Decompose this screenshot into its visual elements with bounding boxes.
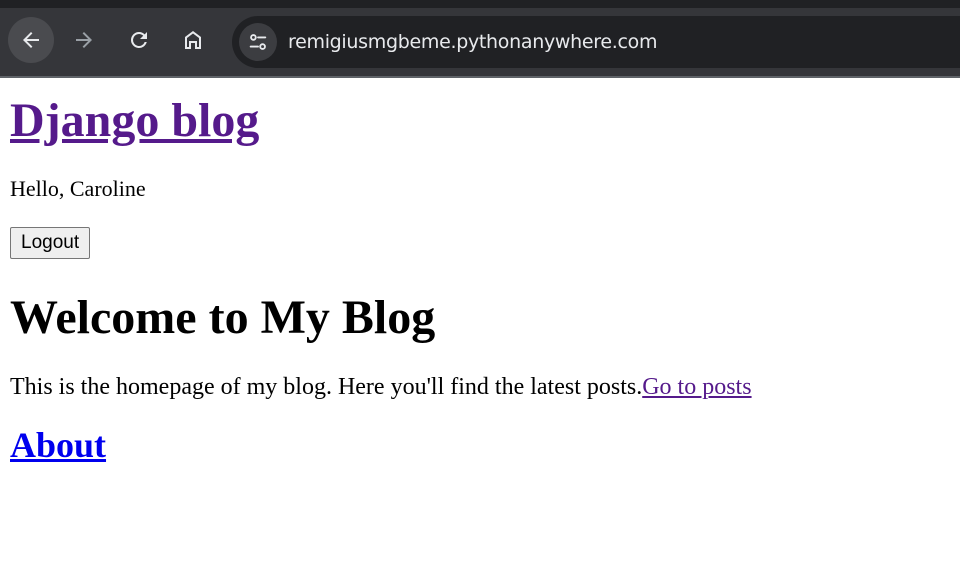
about-link[interactable]: About (10, 425, 106, 465)
site-title: Django blog (10, 93, 950, 149)
about-heading: About (10, 424, 950, 466)
site-title-link[interactable]: Django blog (10, 94, 259, 147)
welcome-heading: Welcome to My Blog (10, 291, 436, 344)
reload-button[interactable] (116, 17, 162, 63)
intro-text: This is the homepage of my blog. Here yo… (10, 374, 643, 400)
reload-icon (131, 32, 147, 48)
browser-toolbar: remigiusmgbeme.pythonanywhere.com (0, 0, 960, 78)
go-to-posts-link[interactable]: Go to posts (642, 374, 751, 400)
greeting-text: Hello, Caroline (10, 176, 146, 201)
page-content: Django blog Hello, Caroline Logout Welco… (0, 93, 960, 466)
arrow-right-icon (76, 32, 92, 48)
logout-button[interactable]: Logout (10, 227, 91, 259)
home-icon (185, 31, 201, 49)
intro-paragraph: This is the homepage of my blog. Here yo… (10, 372, 950, 402)
home-button[interactable] (170, 17, 216, 63)
arrow-left-icon (23, 32, 39, 48)
forward-button[interactable] (61, 17, 107, 63)
back-button[interactable] (8, 17, 54, 63)
tune-icon (249, 34, 267, 50)
url-text[interactable]: remigiusmgbeme.pythonanywhere.com (288, 31, 657, 53)
site-info-button[interactable] (239, 23, 277, 61)
address-bar[interactable]: remigiusmgbeme.pythonanywhere.com (232, 16, 960, 68)
